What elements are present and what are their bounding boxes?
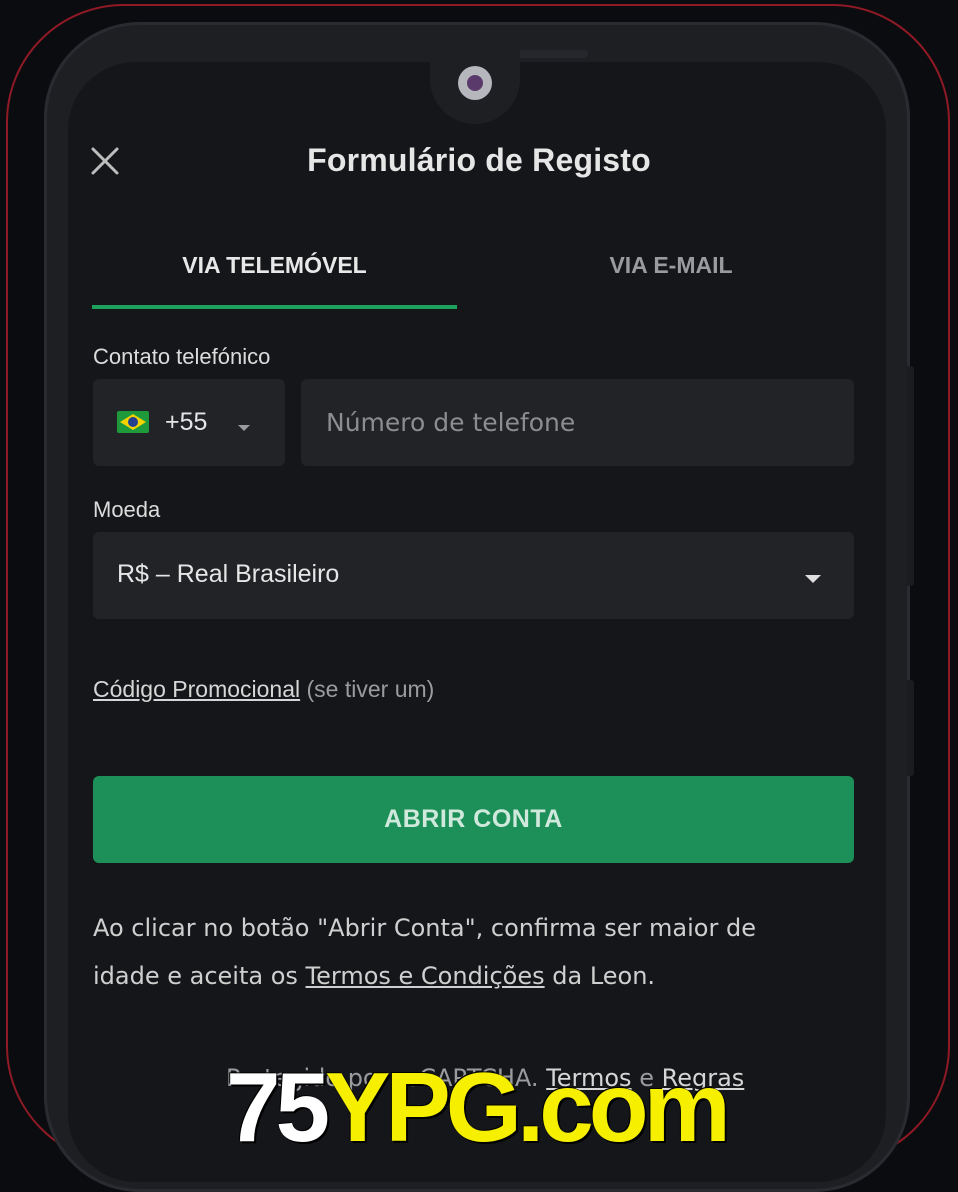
currency-selected-value: R$ – Real Brasileiro [117, 560, 340, 588]
watermark-part1: 75 [226, 1052, 330, 1162]
watermark-logo: 75YPG.com [226, 1058, 731, 1156]
currency-label: Moeda [93, 497, 161, 522]
currency-select[interactable]: R$ – Real Brasileiro [93, 532, 854, 619]
chevron-down-icon [237, 419, 251, 437]
promo-code-row: Código Promocional (se tiver um) [93, 676, 434, 703]
app-screen [68, 62, 886, 1182]
chevron-down-icon [804, 571, 822, 589]
watermark-part2: YPG.com [325, 1052, 731, 1162]
brazil-flag-icon [117, 411, 149, 433]
page-title: Formulário de Registo [307, 142, 651, 178]
phone-label: Contato telefónico [93, 344, 271, 369]
country-code-value: +55 [165, 408, 208, 436]
tab-via-telemovel[interactable]: VIA TELEMÓVEL [92, 252, 457, 279]
camera-lens [467, 75, 483, 91]
promo-code-hint: (se tiver um) [306, 676, 435, 702]
terms-conditions-link[interactable]: Termos e Condições [306, 962, 545, 990]
tab-via-email[interactable]: VIA E-MAIL [478, 252, 864, 279]
side-button-lower [906, 680, 914, 776]
terms-text-after: da Leon. [544, 962, 656, 990]
country-code-select[interactable]: +55 [93, 379, 285, 466]
active-tab-indicator [92, 305, 457, 309]
phone-number-input[interactable] [301, 379, 854, 466]
promo-code-link[interactable]: Código Promocional [93, 676, 300, 702]
terms-notice: Ao clicar no botão "Abrir Conta", confir… [93, 904, 823, 1000]
side-button-upper [906, 366, 914, 586]
open-account-button[interactable]: ABRIR CONTA [93, 776, 854, 863]
